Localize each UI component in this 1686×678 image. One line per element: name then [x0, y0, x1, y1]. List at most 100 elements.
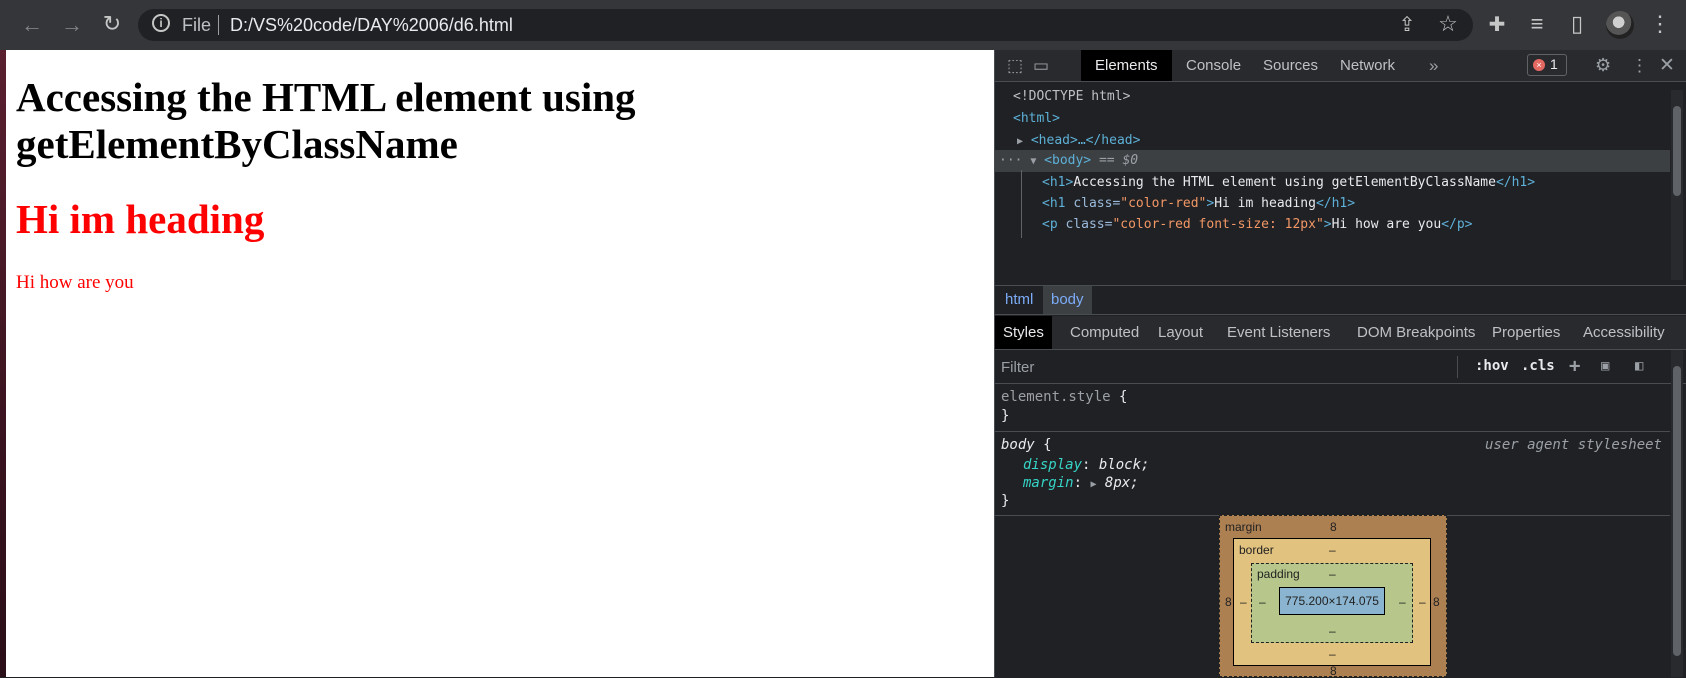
border-label: border — [1239, 543, 1274, 557]
tab-network[interactable]: Network — [1326, 50, 1409, 81]
new-rule-button[interactable]: + — [1569, 350, 1580, 383]
dom-node-p[interactable]: <p class="color-red font-size: 12px">Hi … — [995, 214, 1670, 236]
border-top-value[interactable]: – — [1329, 543, 1336, 557]
side-panel-icon[interactable]: ▯ — [1563, 12, 1591, 36]
style-rules: element.style { } body { user agent styl… — [995, 384, 1670, 516]
body-open-brace: { — [1034, 437, 1052, 453]
dom-node-doctype[interactable]: <!DOCTYPE html> — [995, 86, 1670, 108]
more-tabs-icon[interactable]: » — [1429, 50, 1438, 81]
p-attr-value: "color-red font-size: 12px" — [1112, 217, 1324, 232]
extensions-icon[interactable]: ✚ — [1483, 13, 1511, 37]
h1-red-text: Hi im heading — [1214, 196, 1316, 211]
expand-shorthand-icon[interactable]: ▶ — [1090, 479, 1096, 490]
scheme-label: File — [182, 15, 212, 35]
tab-dom-breakpoints[interactable]: DOM Breakpoints — [1349, 316, 1483, 349]
tab-accessibility[interactable]: Accessibility — [1575, 316, 1673, 349]
padding-label: padding — [1257, 567, 1300, 581]
styles-scrollbar-thumb[interactable] — [1673, 366, 1681, 656]
page-viewport: Accessing the HTML element using getElem… — [6, 50, 994, 677]
border-bottom-value[interactable]: – — [1329, 647, 1336, 661]
h1-red-close-tag: </h1> — [1315, 196, 1356, 211]
filter-divider — [1457, 356, 1458, 378]
tab-console[interactable]: Console — [1172, 50, 1255, 81]
dom-scrollbar-thumb[interactable] — [1673, 106, 1681, 196]
error-count: 1 — [1550, 56, 1558, 72]
border-right-value[interactable]: – — [1419, 595, 1426, 609]
expand-triangle-icon[interactable]: ▶ — [1017, 136, 1023, 147]
body-rule-open[interactable]: body { — [1001, 435, 1052, 455]
inspect-element-icon[interactable]: ⬚ — [1007, 50, 1023, 81]
bookmark-star-icon[interactable]: ☆ — [1434, 12, 1462, 36]
devtools-menu-icon[interactable]: ⋮ — [1631, 50, 1648, 81]
error-icon: × — [1533, 59, 1545, 71]
dom-node-body-selected[interactable]: ··· ▼ <body> == $0 — [995, 150, 1670, 172]
url-text[interactable]: D:/VS%20code/DAY%2006/d6.html — [230, 15, 513, 36]
breadcrumb-html[interactable]: html — [997, 286, 1041, 314]
box-model-content-size[interactable]: 775.200×174.075 — [1279, 587, 1385, 615]
breadcrumb: html body — [995, 285, 1686, 315]
close-devtools-icon[interactable]: ✕ — [1659, 50, 1675, 81]
styles-tabbar: Styles Computed Layout Event Listeners D… — [995, 316, 1686, 350]
element-style-rule-open[interactable]: element.style { — [1001, 387, 1127, 407]
styles-filter-input[interactable] — [999, 354, 1455, 381]
element-style-rule-close: } — [1001, 408, 1010, 424]
margin-left-value[interactable]: 8 — [1225, 595, 1232, 609]
forward-icon[interactable]: → — [58, 13, 86, 37]
doctype-text: <!DOCTYPE html> — [1013, 89, 1131, 104]
error-badge[interactable]: × 1 — [1527, 54, 1567, 76]
element-style-open-brace: { — [1110, 389, 1128, 405]
share-icon[interactable]: ⇪ — [1393, 13, 1421, 37]
padding-top-value[interactable]: – — [1329, 567, 1336, 581]
tab-layout[interactable]: Layout — [1150, 316, 1211, 349]
device-toolbar-icon[interactable]: ▭ — [1033, 50, 1049, 81]
omnibox-divider — [218, 15, 219, 35]
selected-node-marker: == $0 — [1098, 153, 1139, 168]
h1-close-tag: </h1> — [1495, 175, 1536, 190]
class-toggle[interactable]: .cls — [1521, 350, 1555, 383]
page-paragraph: Hi how are you — [16, 272, 134, 293]
body-selector: body — [1001, 437, 1035, 453]
info-icon[interactable]: i — [152, 14, 170, 32]
html-tag: <html> — [1013, 111, 1060, 126]
tab-properties[interactable]: Properties — [1484, 316, 1568, 349]
padding-bottom-value[interactable]: – — [1329, 624, 1336, 638]
display-declaration[interactable]: display: block; — [1023, 455, 1149, 475]
breadcrumb-body[interactable]: body — [1043, 286, 1092, 314]
paint-brush-icon[interactable]: ▣ — [1601, 350, 1609, 383]
margin-label: margin — [1225, 520, 1262, 534]
tab-elements[interactable]: Elements — [1081, 50, 1172, 81]
h1-red-attr: class= — [1073, 196, 1121, 211]
margin-right-value[interactable]: 8 — [1433, 595, 1440, 609]
dom-node-html[interactable]: <html> — [995, 108, 1670, 130]
padding-left-value[interactable]: – — [1259, 595, 1266, 609]
collapse-triangle-icon[interactable]: ▼ — [1030, 156, 1036, 167]
tab-sources[interactable]: Sources — [1249, 50, 1332, 81]
element-style-selector: element.style — [1001, 389, 1111, 405]
media-control-icon[interactable]: ≡ — [1523, 12, 1551, 36]
devtools-panel: ⬚ ▭ Elements Console Sources Network » ×… — [994, 50, 1686, 678]
margin-bottom-value[interactable]: 8 — [1330, 664, 1337, 678]
reload-icon[interactable]: ↻ — [98, 12, 126, 36]
border-left-value[interactable]: – — [1240, 595, 1247, 609]
margin-top-value[interactable]: 8 — [1330, 520, 1337, 534]
tab-computed[interactable]: Computed — [1062, 316, 1147, 349]
display-property: display — [1023, 457, 1083, 473]
dom-node-h1-red[interactable]: <h1 class="color-red">Hi im heading</h1> — [995, 193, 1670, 215]
toggle-sidebar-icon[interactable]: ◧ — [1635, 350, 1643, 383]
hover-state-toggle[interactable]: :hov — [1475, 350, 1509, 383]
margin-declaration[interactable]: margin: ▶ 8px; — [1023, 473, 1139, 493]
back-icon[interactable]: ← — [18, 13, 46, 37]
rule-divider — [995, 431, 1670, 432]
dom-tree: <!DOCTYPE html> <html> ▶ <head>…</head> … — [995, 82, 1670, 285]
dom-node-h1[interactable]: <h1>Accessing the HTML element using get… — [995, 172, 1670, 194]
padding-right-value[interactable]: – — [1399, 595, 1406, 609]
tab-styles[interactable]: Styles — [995, 316, 1052, 349]
dom-node-head[interactable]: ▶ <head>…</head> — [995, 130, 1670, 152]
settings-gear-icon[interactable]: ⚙ — [1595, 50, 1611, 81]
node-actions-icon[interactable]: ··· — [999, 153, 1022, 168]
tab-event-listeners[interactable]: Event Listeners — [1219, 316, 1338, 349]
browser-menu-icon[interactable]: ⋮ — [1646, 12, 1674, 36]
profile-avatar[interactable] — [1606, 11, 1634, 39]
body-rule-close: } — [1001, 493, 1010, 509]
p-close-tag: </p> — [1441, 217, 1473, 232]
